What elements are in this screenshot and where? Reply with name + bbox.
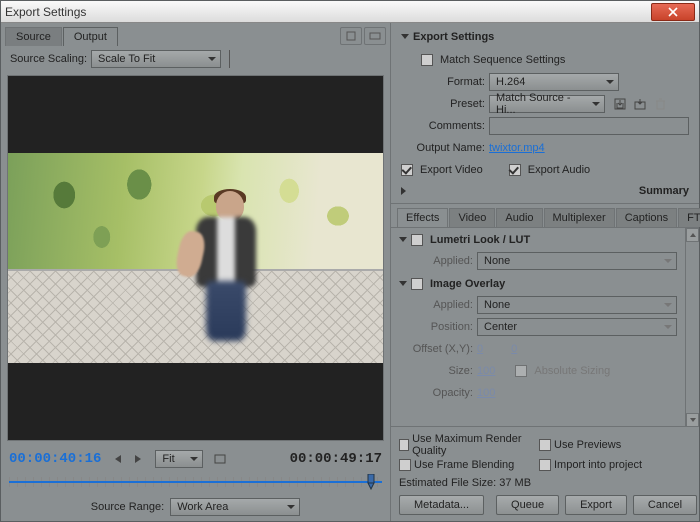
source-range-label: Source Range: [91, 501, 164, 513]
overlay-group-header[interactable]: Image Overlay [399, 278, 677, 290]
estimated-size-label: Estimated File Size: [399, 477, 496, 489]
preview-area[interactable] [7, 75, 384, 441]
source-scaling-dropdown[interactable]: Scale To Fit [91, 50, 221, 68]
export-video-checkbox[interactable] [401, 164, 413, 176]
preview-frame [8, 153, 383, 363]
aspect-icon[interactable] [364, 27, 386, 45]
export-audio-label: Export Audio [528, 164, 590, 176]
overlay-size-value: 100 [477, 365, 495, 377]
next-frame-icon[interactable] [129, 451, 147, 467]
overlay-enable-checkbox[interactable] [411, 278, 423, 290]
disclosure-down-icon [399, 237, 407, 246]
export-settings-dialog: Export Settings Source Output Source Sca… [0, 0, 700, 522]
window-title: Export Settings [5, 5, 651, 19]
export-settings-header[interactable]: Export Settings [401, 31, 689, 43]
subtab-audio[interactable]: Audio [496, 208, 542, 227]
titlebar: Export Settings [1, 1, 699, 23]
summary-header[interactable]: Summary [401, 185, 689, 197]
timecode-out: 00:00:49:17 [290, 451, 382, 467]
comments-input[interactable] [489, 117, 689, 135]
format-label: Format: [401, 76, 485, 88]
output-name-link[interactable]: twixtor.mp4 [489, 142, 545, 154]
subtab-multiplexer[interactable]: Multiplexer [544, 208, 615, 227]
overlay-position-dropdown: Center [477, 318, 677, 336]
overlay-offset-x: 0 [477, 343, 483, 355]
overlay-opacity-label: Opacity: [399, 387, 473, 399]
metadata-button[interactable]: Metadata... [399, 495, 484, 515]
save-preset-icon[interactable] [613, 97, 627, 111]
estimated-size-value: 37 MB [499, 477, 531, 489]
close-button[interactable] [651, 3, 695, 21]
max-render-quality-checkbox[interactable] [399, 439, 409, 451]
overlay-position-label: Position: [399, 321, 473, 333]
effects-scrollbar[interactable] [685, 228, 699, 427]
delete-preset-icon [653, 97, 667, 111]
format-dropdown[interactable]: H.264 [489, 73, 619, 91]
frame-blending-label: Use Frame Blending [414, 459, 514, 471]
subtabs: Effects Video Audio Multiplexer Captions… [391, 204, 699, 228]
absolute-sizing-checkbox [515, 365, 527, 377]
subtab-captions[interactable]: Captions [616, 208, 677, 227]
export-audio-checkbox[interactable] [509, 164, 521, 176]
effects-panel: Lumetri Look / LUT Applied: None Image Ov… [391, 228, 685, 427]
subtab-video[interactable]: Video [449, 208, 495, 227]
disclosure-right-icon [401, 187, 633, 195]
lut-applied-dropdown: None [477, 252, 677, 270]
timecode-in[interactable]: 00:00:40:16 [9, 451, 101, 467]
cancel-button[interactable]: Cancel [633, 495, 697, 515]
frame-blending-checkbox[interactable] [399, 459, 411, 471]
import-project-label: Import into project [554, 459, 642, 471]
tab-source[interactable]: Source [5, 27, 62, 46]
disclosure-down-icon [399, 281, 407, 290]
lut-group-header[interactable]: Lumetri Look / LUT [399, 234, 677, 246]
lut-applied-label: Applied: [399, 255, 473, 267]
lut-enable-checkbox[interactable] [411, 234, 423, 246]
crop-icon[interactable] [340, 27, 362, 45]
use-previews-label: Use Previews [554, 439, 621, 451]
import-project-checkbox[interactable] [539, 459, 551, 471]
overlay-applied-label: Applied: [399, 299, 473, 311]
scroll-up-icon[interactable] [686, 228, 699, 242]
disclosure-down-icon [401, 34, 409, 43]
overlay-offset-y: 0 [511, 343, 517, 355]
overlay-offset-label: Offset (X,Y): [399, 343, 473, 355]
timeline[interactable] [9, 473, 382, 493]
aspect-correction-icon[interactable] [211, 451, 229, 467]
playhead-icon[interactable] [364, 474, 378, 490]
preset-label: Preset: [401, 98, 485, 110]
preview-tabs: Source Output [1, 23, 390, 47]
overlay-size-label: Size: [399, 365, 473, 377]
source-range-dropdown[interactable]: Work Area [170, 498, 300, 516]
match-sequence-checkbox[interactable] [421, 54, 433, 66]
subtab-effects[interactable]: Effects [397, 208, 448, 227]
use-previews-checkbox[interactable] [539, 439, 551, 451]
tab-output[interactable]: Output [63, 27, 118, 46]
max-render-quality-label: Use Maximum Render Quality [412, 433, 531, 457]
overlay-applied-dropdown: None [477, 296, 677, 314]
zoom-fit-dropdown[interactable]: Fit [155, 450, 203, 468]
prev-frame-icon[interactable] [109, 451, 127, 467]
export-button[interactable]: Export [565, 495, 627, 515]
absolute-sizing-label: Absolute Sizing [534, 365, 610, 377]
comments-label: Comments: [401, 120, 485, 132]
import-preset-icon[interactable] [633, 97, 647, 111]
match-sequence-label: Match Sequence Settings [440, 54, 565, 66]
queue-button[interactable]: Queue [496, 495, 559, 515]
output-name-label: Output Name: [401, 142, 485, 154]
subtab-ftp[interactable]: FTP [678, 208, 700, 227]
text-cursor [229, 50, 235, 68]
export-video-label: Export Video [420, 164, 483, 176]
preset-dropdown[interactable]: Match Source - Hi... [489, 95, 605, 113]
source-scaling-label: Source Scaling: [7, 53, 87, 65]
overlay-opacity-value: 100 [477, 387, 495, 399]
scroll-down-icon[interactable] [686, 413, 699, 427]
